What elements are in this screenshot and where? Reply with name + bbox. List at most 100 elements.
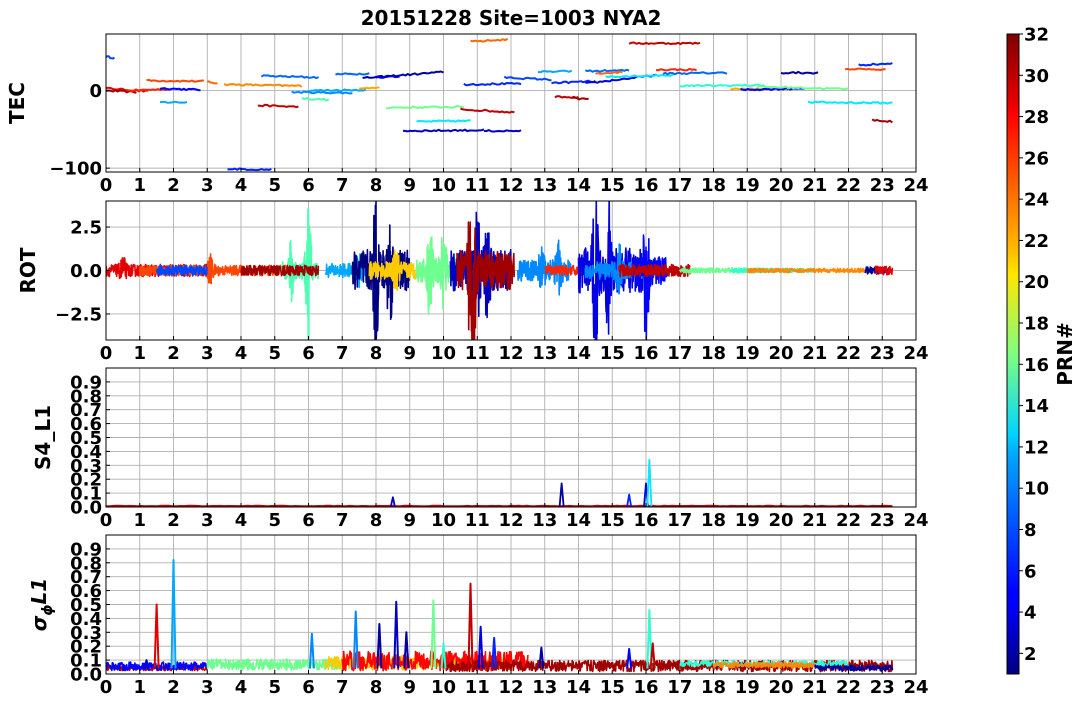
- colorbar-tick-label: 30: [1024, 66, 1049, 87]
- x-tick-label: 23: [870, 175, 895, 196]
- x-tick-label: 15: [600, 343, 625, 364]
- x-tick-label: 14: [566, 677, 591, 698]
- tec-trace-prn-4: [375, 75, 400, 79]
- tec-trace-prn-6: [463, 82, 522, 87]
- colorbar-tick-label: 20: [1024, 272, 1049, 293]
- x-tick-label: 21: [802, 510, 827, 531]
- colorbar-tick-label: 4: [1024, 603, 1037, 624]
- tec-trace-prn-8: [260, 74, 319, 80]
- tec-trace-prn-25: [207, 80, 218, 85]
- x-tick-label: 14: [566, 510, 591, 531]
- x-tick-label: 13: [532, 510, 557, 531]
- x-tick-label: 22: [836, 510, 861, 531]
- figure: 20151228 Site=1003 NYA2 0 1 2 3 4 5 6 7 8 9 10 11 12…: [5, 6, 1077, 698]
- tec-trace-prn-8: [662, 71, 728, 76]
- x-tick-label: 15: [600, 510, 625, 531]
- x-tick-label: 18: [701, 510, 726, 531]
- x-tick-label: 2: [167, 510, 180, 531]
- y-tick-label: 0: [89, 81, 102, 102]
- x-tick-label: 13: [532, 343, 557, 364]
- data-tec: [106, 37, 893, 172]
- x-tick-label: 17: [667, 343, 692, 364]
- x-tick-label: 5: [268, 677, 281, 698]
- colorbar-ticks: 2468101214161820222426283032: [1019, 25, 1049, 665]
- x-tick-label: 8: [370, 343, 383, 364]
- x-tick-label: 12: [498, 677, 523, 698]
- x-tick-label: 12: [498, 175, 523, 196]
- tec-trace-prn-3: [483, 129, 522, 133]
- x-tick-label: 23: [870, 343, 895, 364]
- tec-trace-prn-16: [386, 105, 465, 110]
- panel-rot: 0 1 2 3 4 5 6 7 8 9 10 11 12 13 14 15 16 17 18 19 20 21 22 23 24…: [16, 200, 929, 364]
- tec-trace-prn-30: [257, 103, 299, 109]
- tec-trace-prn-25: [470, 37, 509, 43]
- colorbar: 2468101214161820222426283032 PRN#: [1006, 25, 1077, 675]
- x-tick-label: 5: [268, 510, 281, 531]
- tec-trace-prn-15: [301, 97, 330, 102]
- tec-trace-prn-26: [844, 67, 886, 72]
- x-tick-label: 23: [870, 677, 895, 698]
- tec-trace-prn-27: [655, 67, 697, 72]
- y-axis-label-s4: S4_L1: [31, 405, 55, 470]
- x-tick-label: 11: [465, 343, 490, 364]
- x-tick-label: 14: [566, 175, 591, 196]
- sigma-spike-prn-30: [467, 582, 474, 669]
- colorbar-tick-label: 2: [1024, 644, 1037, 665]
- x-tick-label: 2: [167, 343, 180, 364]
- colorbar-label: PRN#: [1053, 322, 1077, 386]
- chart-title: 20151228 Site=1003 NYA2: [361, 6, 662, 30]
- tec-trace-prn-9: [291, 90, 353, 95]
- tec-trace-prn-2: [780, 70, 819, 75]
- grid-s4: [105, 368, 917, 508]
- x-tick-label: 18: [701, 175, 726, 196]
- y-tick-label: −2.5: [55, 304, 102, 325]
- x-tick-label: 24: [903, 343, 928, 364]
- colorbar-gradient: [1006, 33, 1020, 675]
- x-tick-label: 19: [735, 510, 760, 531]
- x-tick-label: 9: [403, 175, 416, 196]
- x-tick-label: 21: [802, 175, 827, 196]
- x-tick-label: 13: [532, 175, 557, 196]
- colorbar-tick-label: 26: [1024, 148, 1049, 169]
- colorbar-tick-label: 32: [1024, 25, 1049, 46]
- x-tick-label: 14: [566, 343, 591, 364]
- x-tick-label: 24: [903, 510, 928, 531]
- x-tick-label: 3: [201, 343, 214, 364]
- tec-trace-prn-14: [679, 83, 765, 88]
- tec-trace-prn-10: [308, 88, 367, 93]
- x-tick-label: 7: [336, 175, 349, 196]
- y-label-phi: ϕ: [40, 604, 56, 615]
- x-tick-label: 22: [836, 677, 861, 698]
- x-tick-label: 10: [431, 343, 456, 364]
- x-tick-label: 11: [465, 510, 490, 531]
- x-tick-label: 11: [465, 677, 490, 698]
- x-tick-label: 3: [201, 677, 214, 698]
- y-tick-label: −100: [49, 159, 102, 180]
- x-tick-label: 18: [701, 343, 726, 364]
- x-tick-label: 13: [532, 677, 557, 698]
- colorbar-tick-label: 10: [1024, 479, 1049, 500]
- colorbar-tick-label: 24: [1024, 190, 1049, 211]
- tec-trace-prn-12: [416, 119, 471, 123]
- x-tick-label: 19: [735, 343, 760, 364]
- colorbar-tick-label: 12: [1024, 437, 1049, 458]
- tec-trace-prn-7: [106, 55, 115, 60]
- x-tick-label: 6: [302, 175, 315, 196]
- x-tick-label: 7: [336, 677, 349, 698]
- x-tick-label: 4: [235, 175, 248, 196]
- x-tick-label: 22: [836, 175, 861, 196]
- x-tick-label: 16: [633, 677, 658, 698]
- s4-spike-prn-6: [626, 493, 633, 507]
- grid-tec: [105, 34, 917, 172]
- x-tick-label: 4: [235, 677, 248, 698]
- x-tick-label: 10: [431, 677, 456, 698]
- x-tick-label: 17: [667, 510, 692, 531]
- y-tick-label: 2.5: [70, 218, 102, 239]
- x-tick-label: 1: [133, 677, 146, 698]
- x-tick-label: 12: [498, 510, 523, 531]
- s4-spike-prn-2: [558, 482, 565, 507]
- x-tick-label: 19: [735, 175, 760, 196]
- x-tick-label: 11: [465, 175, 490, 196]
- x-tick-label: 9: [403, 677, 416, 698]
- x-tick-label: 3: [201, 510, 214, 531]
